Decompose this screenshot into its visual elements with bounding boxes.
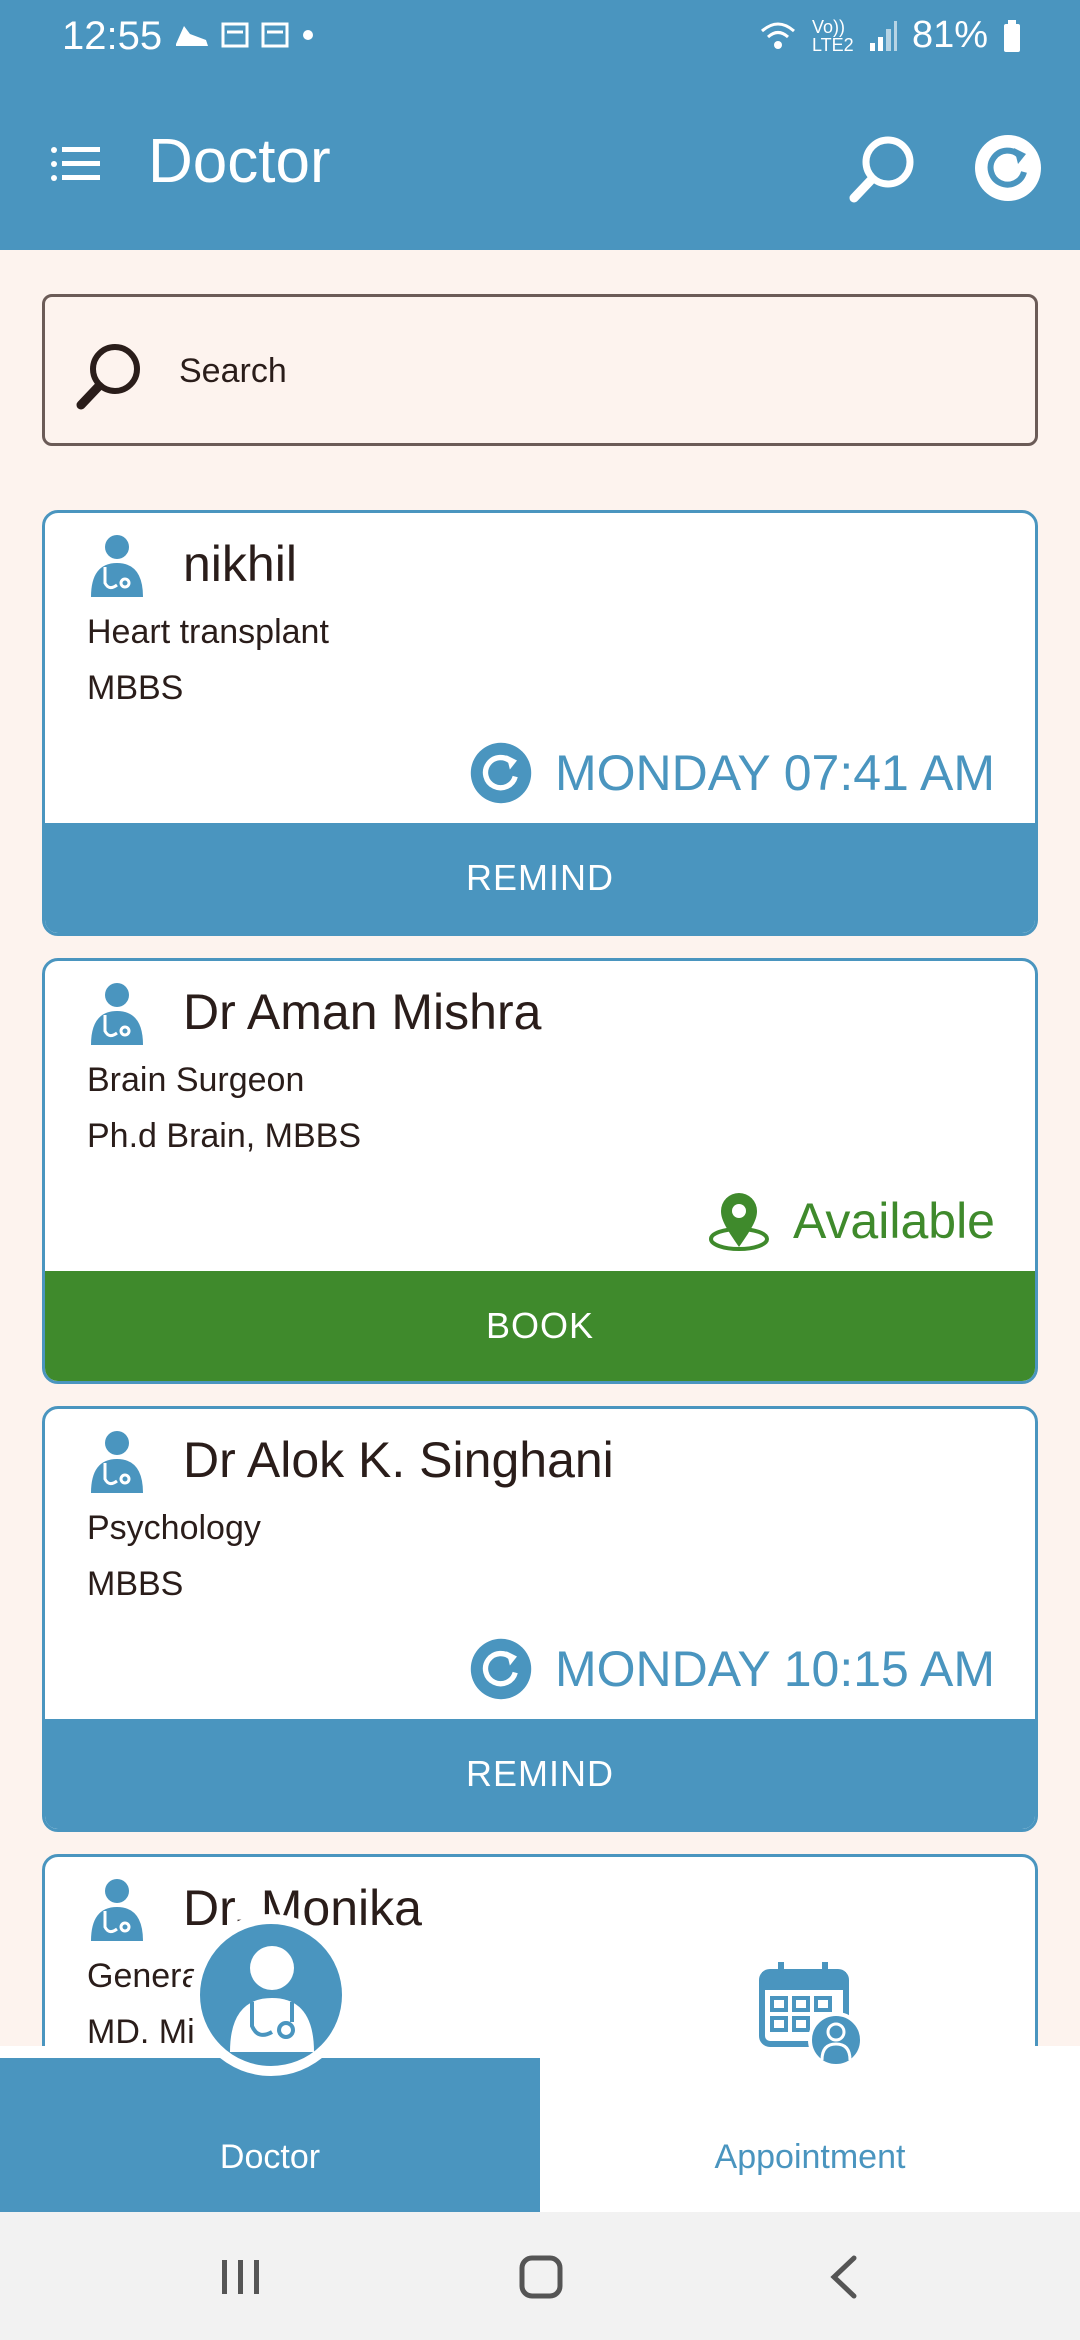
remind-button[interactable]: REMIND <box>45 823 1035 933</box>
doctor-name: Dr Aman Mishra <box>183 984 542 1040</box>
doctor-icon <box>91 535 143 597</box>
doctor-name: nikhil <box>183 536 297 592</box>
page-title: Doctor <box>148 127 331 196</box>
doctor-specialty: Brain Surgeon <box>87 1061 305 1099</box>
search-input[interactable] <box>179 343 999 399</box>
doctor-fab-icon[interactable] <box>190 1914 352 2076</box>
tab-label: Doctor <box>219 2138 321 2176</box>
doctor-specialty: Heart transplant <box>87 613 329 651</box>
doctor-icon <box>91 1879 143 1941</box>
signal-icon <box>869 20 897 51</box>
tab-appointment[interactable]: Appointment <box>540 1962 1080 2212</box>
status-text: MONDAY 07:41 AM <box>555 745 995 801</box>
doctor-qualification: MBBS <box>87 1565 184 1603</box>
remind-button[interactable]: REMIND <box>45 1719 1035 1829</box>
notification-icons <box>174 20 316 50</box>
doctor-card[interactable]: Dr Aman Mishra Brain Surgeon Ph.d Brain,… <box>42 958 1038 1384</box>
location-pin-icon <box>708 1193 769 1251</box>
status-text: MONDAY 10:15 AM <box>555 1641 995 1697</box>
doctor-status: MONDAY 07:41 AM <box>469 741 995 805</box>
doctor-card[interactable]: Dr Alok K. Singhani Psychology MBBS MOND… <box>42 1406 1038 1832</box>
doctor-icon <box>91 1431 143 1493</box>
calendar-doctor-icon <box>759 1962 864 2068</box>
refresh-icon <box>470 742 532 804</box>
news-icon <box>261 22 289 48</box>
status-right: Vo)) LTE2 81% <box>758 14 1022 57</box>
menu-icon[interactable] <box>50 146 100 182</box>
news-icon <box>221 22 249 48</box>
back-icon[interactable] <box>820 2252 870 2302</box>
book-button[interactable]: BOOK <box>45 1271 1035 1381</box>
tab-label: Appointment <box>714 2138 906 2176</box>
search-icon[interactable] <box>846 132 918 204</box>
doctor-specialty: Genera <box>87 1957 201 1995</box>
refresh-icon[interactable] <box>972 132 1044 204</box>
doctor-name: Dr Alok K. Singhani <box>183 1432 614 1488</box>
search-box[interactable] <box>42 294 1038 446</box>
doctor-card[interactable]: nikhil Heart transplant MBBS MONDAY 07:4… <box>42 510 1038 936</box>
status-time: 12:55 <box>62 14 163 58</box>
system-nav-bar <box>0 2212 1080 2340</box>
search-icon <box>76 344 140 410</box>
shoe-icon <box>176 26 208 46</box>
home-icon[interactable] <box>516 2252 566 2302</box>
doctor-qualification: MBBS <box>87 669 184 707</box>
recent-apps-icon[interactable] <box>216 2252 266 2302</box>
battery-percent: 81% <box>911 14 988 56</box>
network-label: Vo)) LTE2 <box>811 16 854 55</box>
doctor-specialty: Psychology <box>87 1509 261 1547</box>
dot-icon <box>303 30 313 40</box>
tab-doctor[interactable]: Doctor <box>0 2058 540 2212</box>
doctor-icon <box>230 1946 314 2052</box>
status-text: Available <box>792 1193 995 1249</box>
bottom-nav: Doctor Appointment <box>0 1962 1080 2212</box>
doctor-status: Available <box>707 1189 995 1253</box>
status-bar: 12:55 Vo)) LTE2 81% <box>0 0 1080 80</box>
wifi-icon <box>760 22 795 49</box>
doctor-icon <box>91 983 143 1045</box>
battery-icon <box>1004 19 1020 52</box>
refresh-icon <box>470 1638 532 1700</box>
doctor-qualification: Ph.d Brain, MBBS <box>87 1117 362 1155</box>
doctor-status: MONDAY 10:15 AM <box>469 1637 995 1701</box>
app-bar: Doctor <box>0 80 1080 250</box>
